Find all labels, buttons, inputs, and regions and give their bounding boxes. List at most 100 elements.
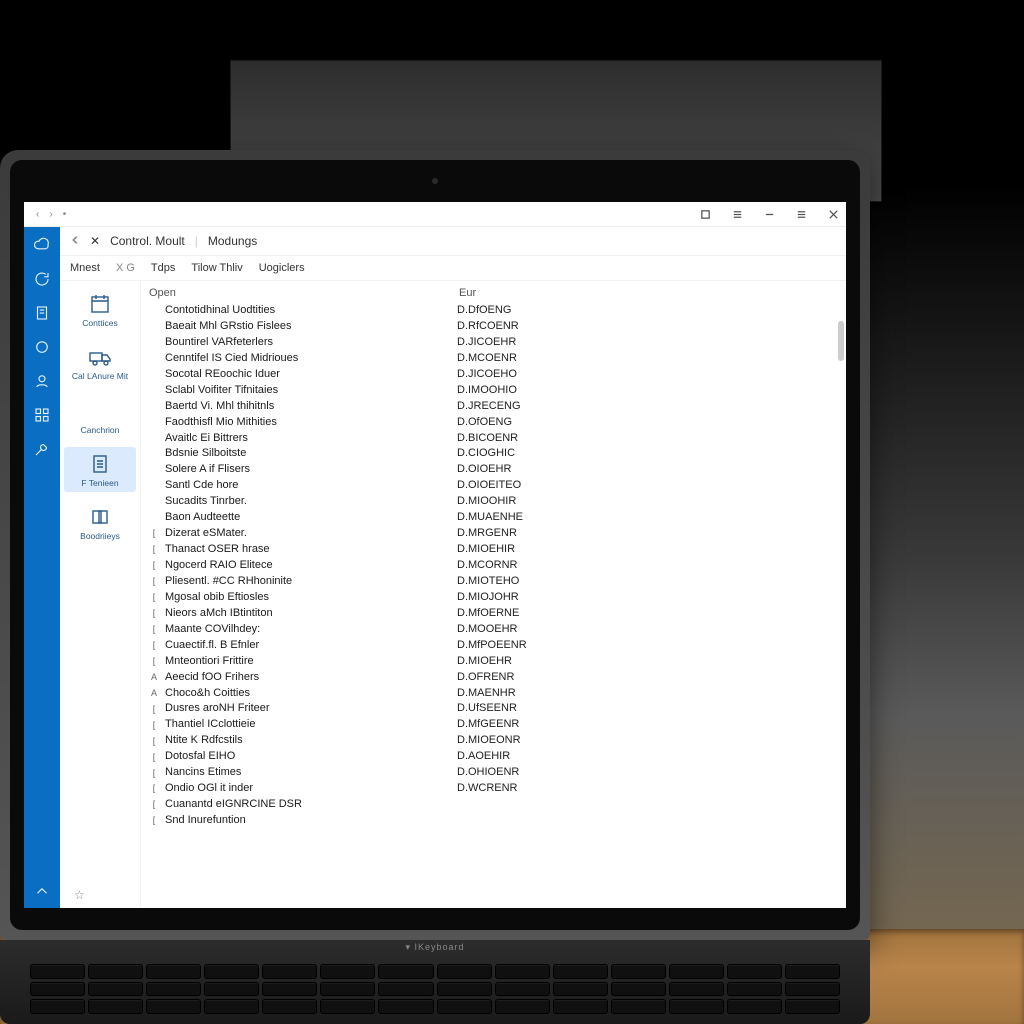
crumb-a[interactable]: Control. Moult [110, 234, 185, 248]
list-row[interactable]: Contotidhinal UodtitiesD.DfOENG [147, 303, 846, 319]
list-row[interactable]: [Cuanantd eIGNRCINE DSR [147, 797, 846, 813]
key [320, 964, 375, 979]
list-row[interactable]: [Mnteontiori FrittireD.MIOEHR [147, 654, 846, 670]
row-icon [147, 464, 161, 476]
list-row[interactable]: [Ngocerd RAIO EliteceD.MCORNR [147, 558, 846, 574]
scrollbar[interactable] [838, 321, 844, 899]
sidebar-item-boodrieys[interactable]: Boodriieys [64, 500, 136, 545]
list-row[interactable]: [Thanact OSER hraseD.MIOEHIR [147, 542, 846, 558]
list-row[interactable]: Avaitlc Ei BittrersD.BICOENR [147, 431, 846, 447]
key [495, 964, 550, 979]
list-row[interactable]: Sclabl Voifiter TifnitaiesD.IMOOHIO [147, 383, 846, 399]
row-name: Aeecid fOO Frihers [165, 670, 457, 685]
list-row[interactable]: Bdsnie SilboitsteD.CIOGHIC [147, 446, 846, 462]
sidebar-item-label: Boodriieys [80, 532, 120, 541]
nav-back-icon[interactable]: ‹ [36, 209, 39, 220]
crumb-close-icon[interactable]: ✕ [90, 234, 100, 248]
list-row[interactable]: [Ondio OGl it inderD.WCRENR [147, 781, 846, 797]
menu-uogiclers[interactable]: Uogiclers [259, 262, 305, 274]
list-row[interactable]: [Mgosal obib EftioslesD.MIOJOHR [147, 590, 846, 606]
list-row[interactable]: Solere A if FlisersD.OIOEHR [147, 462, 846, 478]
user-icon[interactable] [30, 369, 54, 393]
list-row[interactable]: AChoco&h CoittiesD.MAENHR [147, 686, 846, 702]
nav-fwd-icon[interactable]: › [49, 209, 52, 220]
key [727, 964, 782, 979]
menu-tdps[interactable]: Tdps [151, 262, 175, 274]
row-icon [147, 480, 161, 492]
breadcrumb: ✕ Control. Moult | Modungs [60, 227, 846, 256]
restore-button[interactable] [696, 205, 714, 223]
key [146, 999, 201, 1014]
list-row[interactable]: [Snd Inurefuntion [147, 813, 846, 829]
list-row[interactable]: Santl Cde horeD.OIOEITEO [147, 478, 846, 494]
list-row[interactable]: [Maante COVilhdey:D.MOOEHR [147, 622, 846, 638]
row-icon: [ [147, 751, 161, 763]
sidebar-item-cal-lanure[interactable]: Cal LAnure Mit [64, 340, 136, 385]
list-row[interactable]: [Dizerat eSMater.D.MRGENR [147, 526, 846, 542]
list-row[interactable]: [ Dotosfal EIHOD.AOEHIR [147, 749, 846, 765]
footer-star-icon[interactable]: ☆ [74, 888, 85, 902]
list-row[interactable]: [Cuaectif.fl. B EfnlerD.MfPOEENR [147, 638, 846, 654]
list-row[interactable]: Baertd Vi. Mhl thihitnlsD.JRECENG [147, 399, 846, 415]
refresh-icon[interactable] [30, 267, 54, 291]
row-name: Dotosfal EIHO [165, 749, 457, 764]
menu2-button[interactable] [792, 205, 810, 223]
menu-tilow[interactable]: Tilow Thliv [191, 262, 242, 274]
sidebar-item-ftenieen[interactable]: F Tenieen [64, 447, 136, 492]
list-row[interactable]: Baeait Mhl GRstio FisleesD.RfCOENR [147, 319, 846, 335]
row-icon: [ [147, 814, 161, 826]
row-name: Cuaectif.fl. B Efnler [165, 638, 457, 653]
list-row[interactable]: Faodthisfl Mio MithitiesD.OfOENG [147, 415, 846, 431]
sidebar: Conttices Cal LAnure Mit Canchrion F Teniee… [60, 281, 141, 908]
row-name: Sucadits Tinrber. [165, 494, 457, 509]
list-row[interactable]: AAeecid fOO FrihersD.OFRENR [147, 670, 846, 686]
key [262, 982, 317, 997]
cloud-icon[interactable] [30, 233, 54, 257]
list-row[interactable]: [Pliesentl. #CC RHhoniniteD.MIOTEHO [147, 574, 846, 590]
list-row[interactable]: Cenntifel IS Cied MidriouesD.MCOENR [147, 351, 846, 367]
crumb-b[interactable]: Modungs [208, 234, 257, 248]
row-icon: [ [147, 719, 161, 731]
list-row[interactable]: Baon AudteetteD.MUAENHE [147, 510, 846, 526]
row-value: D.OIOEHR [457, 462, 511, 477]
grid-icon[interactable] [30, 403, 54, 427]
row-icon: [ [147, 559, 161, 571]
row-icon [147, 448, 161, 460]
scrollbar-thumb[interactable] [838, 321, 844, 361]
sidebar-item-canchrion[interactable]: Canchrion [64, 394, 136, 439]
close-button[interactable] [824, 205, 842, 223]
row-name: Baeait Mhl GRstio Fislees [165, 319, 457, 334]
row-icon: [ [147, 735, 161, 747]
circle-icon[interactable] [30, 335, 54, 359]
list-row[interactable]: [Thantiel ICclottieieD.MfGEENR [147, 717, 846, 733]
key [378, 982, 433, 997]
window-titlebar: ‹ › • [24, 202, 846, 227]
col-eur[interactable]: Eur [459, 287, 476, 299]
crumb-back-icon[interactable] [70, 234, 80, 248]
menu-mnest[interactable]: Mnest [70, 262, 100, 274]
row-value: D.MIOOHIR [457, 494, 516, 509]
row-value: D.AOEHIR [457, 749, 510, 764]
page-icon[interactable] [30, 301, 54, 325]
list-row[interactable]: Socotal REoochic IduerD.JICOEHO [147, 367, 846, 383]
list-row[interactable]: [Nieors aMch IBtintitonD.MfOERNE [147, 606, 846, 622]
key [611, 982, 666, 997]
list-row[interactable]: [Dusres aroNH FriteerD.UfSEENR [147, 701, 846, 717]
menu-xg[interactable]: X G [116, 262, 135, 274]
tool-icon[interactable] [30, 437, 54, 461]
row-icon: [ [147, 543, 161, 555]
list-row[interactable]: [Ntite K RdfcstilsD.MIOEONR [147, 733, 846, 749]
key [204, 982, 259, 997]
list-row[interactable]: [Nancins EtimesD.OHIOENR [147, 765, 846, 781]
caret-up-icon[interactable] [30, 879, 54, 903]
minimize-button[interactable] [760, 205, 778, 223]
list-row[interactable]: Bountirel VARfeterlersD.JICOEHR [147, 335, 846, 351]
sidebar-item-contices[interactable]: Conttices [64, 287, 136, 332]
row-value: D.MUAENHE [457, 510, 523, 525]
menu-button[interactable] [728, 205, 746, 223]
col-open[interactable]: Open [149, 287, 459, 299]
list-row[interactable]: Sucadits Tinrber.D.MIOOHIR [147, 494, 846, 510]
list-header: Open Eur [147, 285, 846, 303]
row-value: D.UfSEENR [457, 701, 517, 716]
key [785, 964, 840, 979]
